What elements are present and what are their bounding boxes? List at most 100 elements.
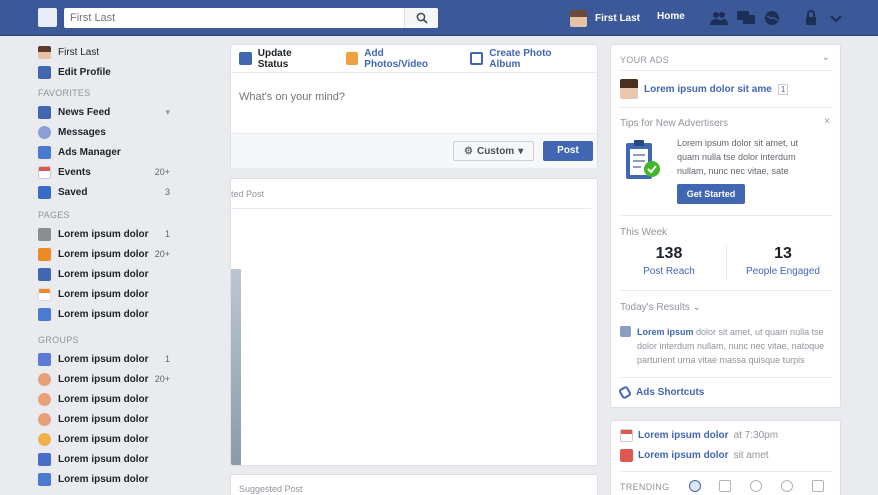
count-badge: 1 [777, 83, 789, 95]
count-badge: 20+ [154, 167, 170, 177]
chevron-down-icon: ▾ [518, 145, 524, 157]
close-icon[interactable]: × [824, 116, 830, 127]
calendar-icon [38, 165, 51, 179]
trending-tab-top-icon[interactable] [689, 480, 701, 492]
post-reach-stat[interactable]: 138 Post Reach [619, 245, 719, 277]
tab-create-album[interactable]: Create Photo Album [470, 48, 583, 70]
sidebar-item-messages[interactable]: Messages [38, 122, 178, 142]
event-meta: sit amet [733, 450, 769, 461]
todays-results-heading[interactable]: Today's Results ⌄ [620, 302, 701, 313]
sidebar-item-ads-manager[interactable]: Ads Manager [38, 142, 178, 162]
sidebar-item-page[interactable]: Lorem ipsum dolor [38, 304, 178, 324]
trending-tab-entertainment-icon[interactable] [812, 480, 824, 492]
search-input[interactable] [64, 8, 404, 28]
page-icon [38, 227, 51, 241]
chevron-down-icon[interactable] [827, 10, 845, 26]
sidebar-item-page[interactable]: Lorem ipsum dolor [38, 284, 178, 304]
group-icon [38, 472, 51, 486]
sidebar-item-label: Lorem ipsum dolor [58, 393, 149, 405]
trending-tab-science-icon[interactable] [750, 480, 762, 492]
sidebar-item-edit-profile[interactable]: Edit Profile [38, 62, 178, 82]
get-started-button[interactable]: Get Started [677, 184, 745, 204]
sidebar-item-group[interactable]: Lorem ipsum dolor [38, 429, 178, 449]
more-options-icon[interactable]: ▾ [165, 107, 170, 118]
event-item[interactable]: Lorem ipsum dolor at 7:30pm [620, 429, 778, 442]
sidebar-item-page[interactable]: Lorem ipsum dolor 1 [38, 224, 178, 244]
sidebar-item-label: Lorem ipsum dolor [58, 473, 149, 485]
sidebar-item-group[interactable]: Lorem ipsum dolor [38, 389, 178, 409]
tab-label: Add Photos/Video [364, 47, 429, 70]
avatar [38, 45, 51, 59]
sidebar-item-page[interactable]: Lorem ipsum dolor 20+ [38, 244, 178, 264]
chevron-down-icon[interactable]: ⌄ [822, 52, 830, 63]
story-content-area [241, 211, 591, 463]
profile-link[interactable]: First Last [570, 9, 640, 27]
trending-tab-sports-icon[interactable] [781, 480, 793, 492]
tips-text: Lorem ipsum dolor sit amet, ut quam null… [677, 138, 799, 176]
suggested-post-card: Suggested Post [230, 474, 598, 495]
gift-icon [620, 449, 633, 462]
home-link[interactable]: Home [657, 11, 685, 22]
news-feed-icon [38, 105, 51, 119]
globe-icon[interactable] [763, 10, 781, 26]
group-icon [38, 372, 51, 386]
sidebar-item-label: Lorem ipsum dolor [58, 248, 149, 260]
post-button[interactable]: Post [543, 141, 593, 161]
sidebar-item-group[interactable]: Lorem ipsum dolor 1 [38, 349, 178, 369]
messages-icon[interactable] [737, 10, 755, 26]
status-input[interactable] [239, 91, 539, 103]
sidebar-item-label: Ads Manager [58, 146, 121, 158]
sidebar-item-group[interactable]: Lorem ipsum dolor [38, 449, 178, 469]
composer-tabs: Update Status Add Photos/Video Create Ph… [231, 45, 597, 73]
your-ads-heading: YOUR ADS [620, 55, 669, 65]
divider [620, 377, 833, 378]
people-engaged-label: People Engaged [746, 266, 820, 277]
count-badge: 20+ [154, 374, 170, 384]
events-panel: Lorem ipsum dolor at 7:30pm Lorem ipsum … [610, 420, 841, 495]
search-icon [416, 12, 428, 24]
photo-icon [345, 52, 359, 65]
friends-icon[interactable] [710, 10, 728, 26]
tab-add-photos[interactable]: Add Photos/Video [345, 47, 449, 70]
divider [620, 290, 833, 291]
tab-update-status[interactable]: Update Status [239, 48, 324, 70]
sidebar-item-group[interactable]: Lorem ipsum dolor 20+ [38, 369, 178, 389]
sidebar-item-label: Lorem ipsum dolor [58, 288, 149, 300]
group-icon [38, 392, 51, 406]
search-box [64, 8, 438, 28]
ad-account-link[interactable]: Lorem ipsum dolor sit ame 1 [620, 79, 789, 99]
calendar-icon [620, 429, 633, 442]
tab-label: Update Status [257, 47, 292, 70]
ads-shortcuts-link[interactable]: Ads Shortcuts [617, 385, 704, 400]
post-reach-label: Post Reach [643, 266, 695, 277]
this-week-heading: This Week [620, 227, 668, 238]
sidebar-item-label: First Last [58, 46, 100, 58]
sidebar-item-profile[interactable]: First Last [38, 42, 178, 62]
sidebar-item-saved[interactable]: Saved 3 [38, 182, 178, 202]
sidebar-item-label: News Feed [58, 106, 111, 118]
trending-tab-politics-icon[interactable] [719, 480, 731, 492]
ads-manager-icon [38, 145, 51, 159]
sidebar-item-page[interactable]: Lorem ipsum dolor [38, 264, 178, 284]
people-engaged-stat[interactable]: 13 People Engaged [733, 245, 833, 277]
todays-results-link[interactable]: Lorem ipsum [637, 327, 694, 337]
sidebar-item-group[interactable]: Lorem ipsum dolor [38, 409, 178, 429]
audience-selector[interactable]: ⚙ Custom ▾ [453, 141, 535, 161]
sidebar-item-group[interactable]: Lorem ipsum dolor [38, 469, 178, 489]
favorites-heading: FAVORITES [38, 88, 91, 98]
avatar [570, 9, 587, 27]
sidebar-item-events[interactable]: Events 20+ [38, 162, 178, 182]
event-item[interactable]: Lorem ipsum dolor sit amet [620, 449, 769, 462]
pages-heading: PAGES [38, 210, 70, 220]
divider [620, 107, 833, 108]
tab-label: Create Photo Album [489, 47, 552, 70]
lock-icon[interactable] [803, 10, 821, 26]
audience-label: Custom [476, 145, 515, 157]
facebook-logo-icon[interactable] [38, 8, 57, 27]
divider [620, 215, 833, 216]
sidebar-item-news-feed[interactable]: News Feed ▾ [38, 102, 178, 122]
divider [726, 245, 727, 281]
count-badge: 1 [164, 229, 170, 239]
sidebar-item-label: Lorem ipsum dolor [58, 268, 149, 280]
search-button[interactable] [404, 8, 438, 28]
